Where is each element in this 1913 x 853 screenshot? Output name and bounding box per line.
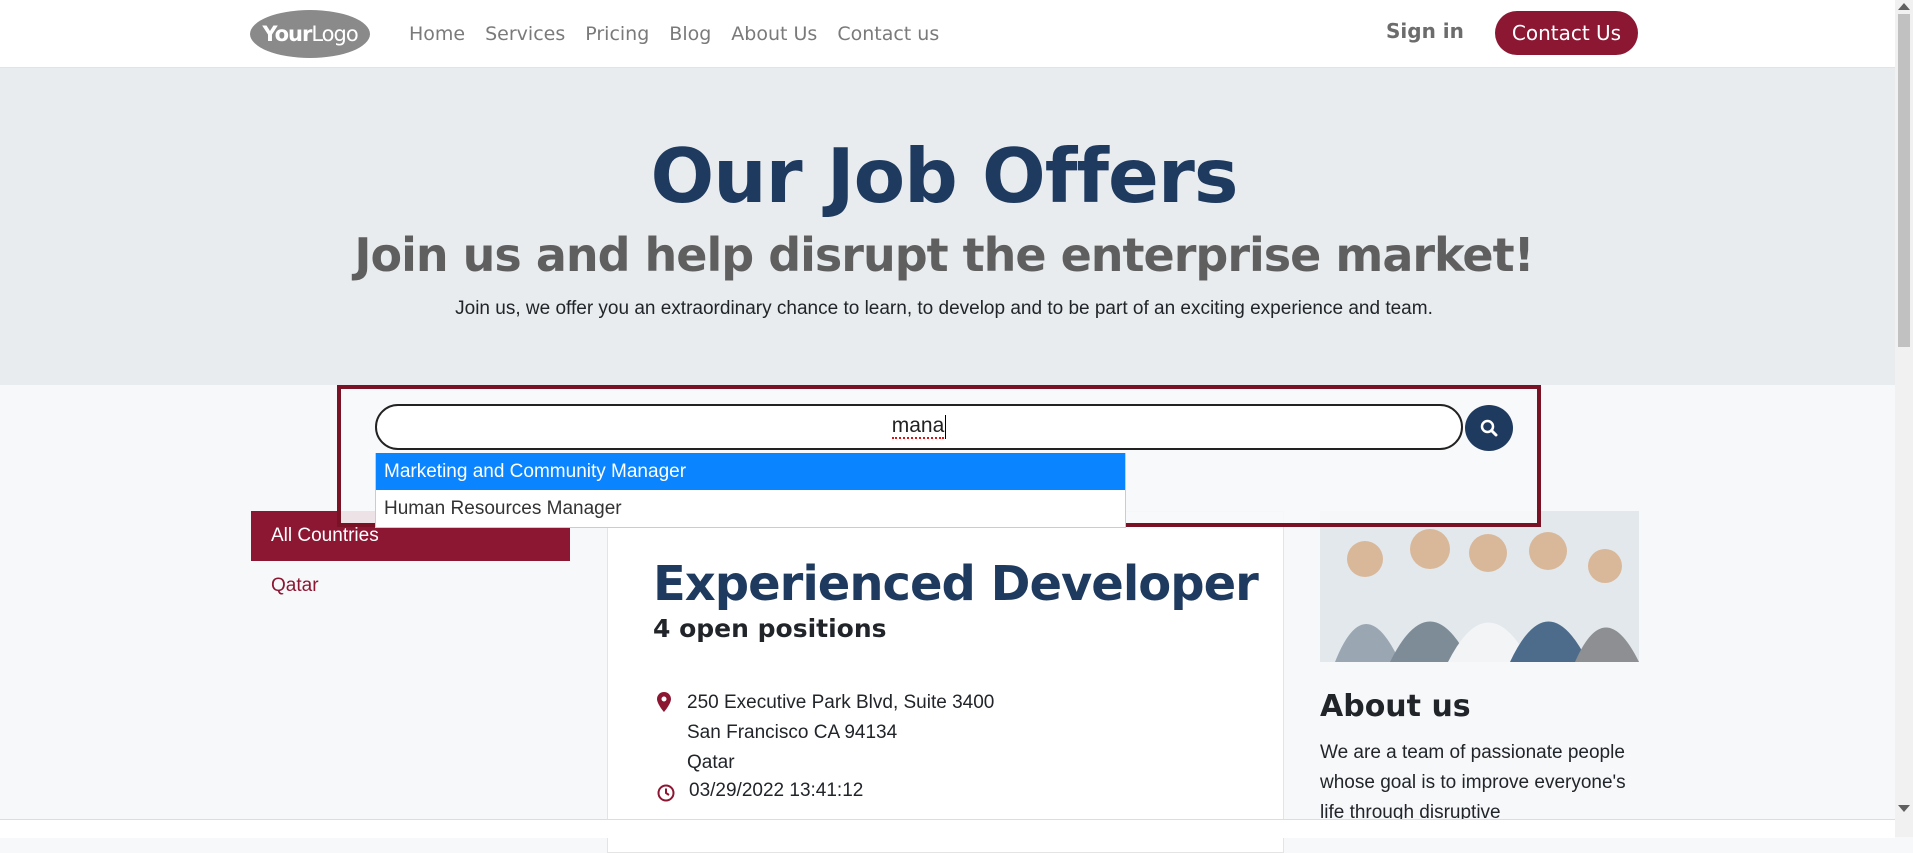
nav-services[interactable]: Services <box>485 23 565 45</box>
scrollbar-thumb[interactable] <box>1898 14 1910 347</box>
bottom-bar <box>0 819 1895 838</box>
job-card[interactable]: Experienced Developer 4 open positions 2… <box>607 511 1284 853</box>
team-illustration <box>1320 511 1639 662</box>
about-us-heading: About us <box>1320 689 1471 724</box>
main-nav: Home Services Pricing Blog About Us Cont… <box>409 0 939 67</box>
open-positions: 4 open positions <box>653 614 887 643</box>
address-line-3: Qatar <box>687 752 735 773</box>
job-date: 03/29/2022 13:41:12 <box>689 780 864 801</box>
nav-about-us[interactable]: About Us <box>731 23 817 45</box>
nav-blog[interactable]: Blog <box>669 23 711 45</box>
suggestion-item[interactable]: Human Resources Manager <box>376 490 1125 527</box>
scroll-up-arrow-icon[interactable] <box>1898 3 1910 10</box>
page-description: Join us, we offer you an extraordinary c… <box>455 298 1433 319</box>
page-title: Our Job Offers <box>650 132 1239 220</box>
logo-text: YourLogo <box>262 22 358 46</box>
job-title[interactable]: Experienced Developer <box>653 556 1259 612</box>
job-search-input[interactable] <box>375 404 1463 450</box>
nav-contact-us[interactable]: Contact us <box>837 23 939 45</box>
address-line-1: 250 Executive Park Blvd, Suite 3400 <box>687 692 995 713</box>
autocomplete-dropdown: Marketing and Community Manager Human Re… <box>375 453 1126 528</box>
hero-section: Our Job Offers Join us and help disrupt … <box>0 68 1895 385</box>
site-header: YourLogo Home Services Pricing Blog Abou… <box>0 0 1895 68</box>
search-button[interactable] <box>1465 405 1513 451</box>
team-photo <box>1320 511 1639 662</box>
address-line-2: San Francisco CA 94134 <box>687 722 898 743</box>
filter-qatar[interactable]: Qatar <box>271 575 319 597</box>
job-address: 250 Executive Park Blvd, Suite 3400 San … <box>687 688 994 778</box>
clock-icon <box>657 784 675 802</box>
page-subtitle: Join us and help disrupt the enterprise … <box>354 228 1534 282</box>
search-icon <box>1480 419 1498 437</box>
scroll-down-arrow-icon[interactable] <box>1898 805 1910 812</box>
sign-in-link[interactable]: Sign in <box>1386 19 1464 43</box>
nav-pricing[interactable]: Pricing <box>585 23 649 45</box>
site-logo[interactable]: YourLogo <box>250 10 370 58</box>
nav-home[interactable]: Home <box>409 23 465 45</box>
about-us-text: We are a team of passionate people whose… <box>1320 742 1626 823</box>
suggestion-item[interactable]: Marketing and Community Manager <box>376 453 1125 490</box>
contact-us-button[interactable]: Contact Us <box>1495 11 1638 55</box>
map-marker-icon <box>657 692 671 712</box>
